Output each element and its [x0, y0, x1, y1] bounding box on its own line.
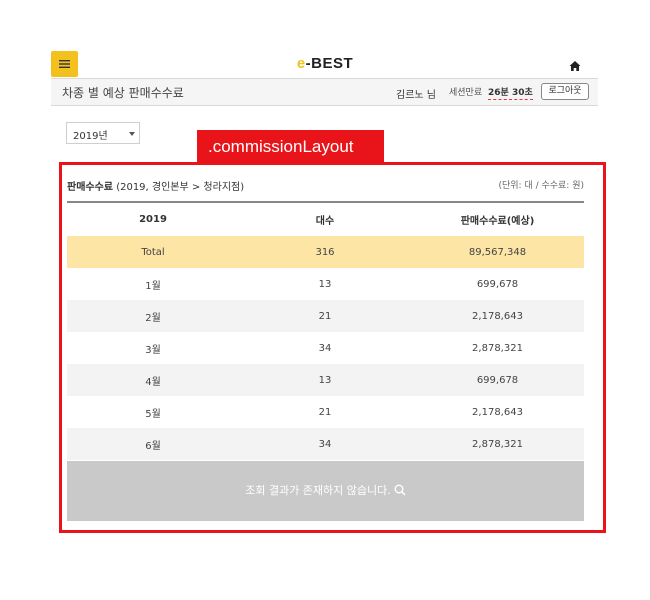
row-count: 34 [318, 342, 332, 354]
session-label: 세션만료 [449, 88, 483, 98]
row-fee: 699,678 [411, 364, 584, 396]
row-fee: 2,878,321 [472, 342, 523, 354]
row-month: 1월 [145, 280, 161, 292]
row-month: 3월 [145, 344, 161, 356]
row-fee: 699,678 [476, 278, 519, 290]
session-timer: 26분 30초 [488, 85, 533, 100]
annotation-label: .commissionLayout [197, 130, 384, 163]
year-value: 2019년 [73, 131, 108, 142]
panel-title-detail: (2019, 경인본부 > 청라지점) [116, 182, 245, 193]
row-count: 21 [318, 406, 332, 418]
logo-suffix: -BEST [305, 55, 354, 72]
panel-title: 판매수수료 (2019, 경인본부 > 청라지점) [67, 178, 244, 193]
home-button[interactable] [569, 57, 583, 71]
commission-table: 2019 대수 판매수수료(예상) Total 316 89,567,348 1… [67, 201, 584, 460]
total-fee: 89,567,348 [411, 236, 584, 268]
row-count: 34 [239, 428, 411, 460]
search-icon [394, 484, 406, 496]
header-count: 대수 [315, 216, 335, 227]
unit-note: (단위: 대 / 수수료: 원) [498, 181, 584, 191]
panel-title-main: 판매수수료 [67, 182, 113, 193]
row-count: 21 [239, 300, 411, 332]
header-fee: 판매수수료(예상) [460, 216, 535, 227]
sub-header: 차종 별 예상 판매수수료 김르노 님 세션만료 26분 30초 로그아웃 [51, 78, 598, 106]
empty-result-message: 조회 결과가 존재하지 않습니다. [67, 461, 584, 521]
total-label: Total [67, 236, 239, 268]
row-month: 5월 [145, 408, 161, 420]
total-count: 316 [239, 236, 411, 268]
row-count: 13 [318, 278, 332, 290]
table-row: 6월 34 2,878,321 [67, 428, 584, 460]
row-fee: 2,178,643 [472, 406, 523, 418]
home-icon [569, 61, 581, 71]
table-row: 3월 34 2,878,321 [67, 332, 584, 364]
logo-prefix: e [296, 55, 306, 72]
row-fee: 2,178,643 [411, 300, 584, 332]
row-month: 4월 [67, 364, 239, 396]
header-year: 2019 [139, 214, 167, 225]
table-row: 4월 13 699,678 [67, 364, 584, 396]
app-logo[interactable]: e-BEST [0, 55, 650, 72]
chevron-down-icon [129, 132, 135, 136]
year-select[interactable]: 2019년 [66, 122, 140, 144]
table-row: 2월 21 2,178,643 [67, 300, 584, 332]
row-count: 13 [239, 364, 411, 396]
row-fee: 2,878,321 [411, 428, 584, 460]
user-name: 김르노 님 [396, 90, 436, 101]
total-row: Total 316 89,567,348 [67, 236, 584, 268]
row-month: 2월 [67, 300, 239, 332]
logout-button[interactable]: 로그아웃 [541, 83, 589, 100]
table-row: 5월 21 2,178,643 [67, 396, 584, 428]
page-title: 차종 별 예상 판매수수료 [62, 86, 184, 100]
row-month: 6월 [67, 428, 239, 460]
empty-result-text: 조회 결과가 존재하지 않습니다. [245, 484, 391, 497]
table-header-row: 2019 대수 판매수수료(예상) [67, 203, 584, 236]
table-row: 1월 13 699,678 [67, 268, 584, 300]
